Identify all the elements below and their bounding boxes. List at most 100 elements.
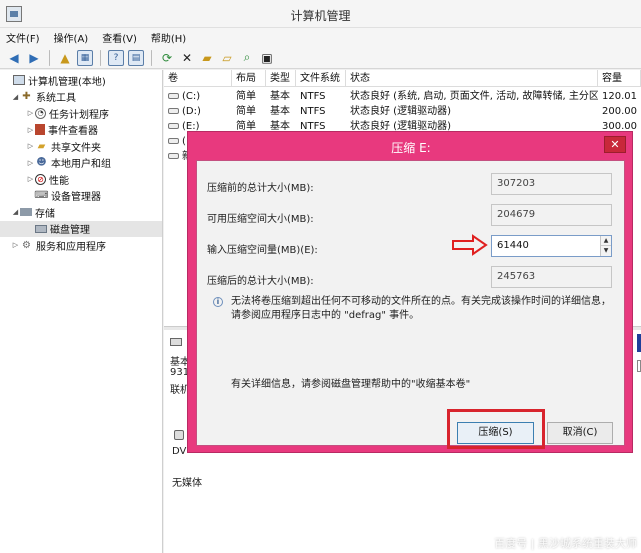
tree-item-services-apps[interactable]: ▷ ⚙ 服务和应用程序: [0, 237, 162, 254]
cell-type: 基本: [270, 106, 290, 117]
search-icon[interactable]: ⌕: [239, 50, 255, 66]
total-size-before-label: 压缩前的总计大小(MB):: [207, 183, 314, 194]
menu-help[interactable]: 帮助(H): [151, 30, 186, 45]
collapse-icon[interactable]: ▷: [26, 159, 35, 167]
menu-file[interactable]: 文件(F): [6, 30, 40, 45]
disk-management-icon: [35, 224, 47, 233]
info-message: 无法将卷压缩到超出任何不可移动的文件所在的点。有关完成该操作时间的详细信息，请参…: [231, 296, 611, 321]
title-bar: 计算机管理: [0, 0, 641, 28]
dialog-title-bar[interactable]: 压缩 E: ✕: [188, 132, 634, 159]
forward-icon[interactable]: ▶: [26, 50, 42, 66]
available-shrink-label: 可用压缩空间大小(MB):: [207, 214, 314, 225]
shrink-amount-value[interactable]: 61440: [497, 240, 529, 251]
properties-sheet-icon[interactable]: ▣: [259, 50, 275, 66]
column-header-capacity[interactable]: 容量: [598, 70, 641, 86]
up-folder-icon[interactable]: ▲: [57, 50, 73, 66]
drive-icon: [168, 93, 179, 99]
tools-icon: ✚: [22, 91, 31, 103]
tree-item-local-users[interactable]: ▷ ☻ 本地用户和组: [0, 155, 162, 172]
properties-icon[interactable]: ▤: [128, 49, 144, 66]
disk-icon: [170, 338, 182, 346]
collapse-icon[interactable]: ▷: [26, 175, 35, 183]
total-size-after-label: 压缩后的总计大小(MB):: [207, 276, 314, 287]
spin-up-icon[interactable]: ▲: [601, 236, 611, 246]
cancel-button[interactable]: 取消(C): [547, 422, 613, 444]
tree-item-label: 服务和应用程序: [36, 241, 106, 253]
tree-item-label: 磁盘管理: [50, 225, 90, 237]
back-icon[interactable]: ◀: [6, 50, 22, 66]
drive-icon: [168, 153, 179, 159]
users-icon: ☻: [36, 157, 47, 169]
tree-item-performance[interactable]: ▷ ⊘ 性能: [0, 171, 162, 188]
column-header-status[interactable]: 状态: [346, 70, 598, 86]
available-shrink-field: 204679: [491, 204, 612, 226]
table-row[interactable]: (D:) 简单 基本 NTFS 状态良好 (逻辑驱动器) 200.00: [164, 104, 641, 119]
tree-item-shared-folders[interactable]: ▷ ▰ 共享文件夹: [0, 138, 162, 155]
toolbar-separator: [151, 49, 152, 66]
shrink-button[interactable]: 压缩(S): [457, 422, 534, 444]
help-link-text[interactable]: 有关详细信息，请参阅磁盘管理帮助中的"收缩基本卷": [231, 375, 616, 390]
info-icon: i: [213, 297, 223, 307]
cell-volume: (D:): [182, 106, 201, 117]
partition-strip: [637, 360, 641, 372]
tree-item-computer-management[interactable]: 计算机管理(本地): [0, 72, 162, 89]
cell-capacity: 120.01: [602, 91, 637, 102]
cell-volume: (C:): [182, 91, 201, 102]
total-size-before-field: 307203: [491, 173, 612, 195]
cell-volume: (: [182, 136, 186, 147]
collapse-icon[interactable]: ▷: [26, 126, 35, 134]
menu-bar: 文件(F) 操作(A) 查看(V) 帮助(H): [0, 28, 641, 47]
shrink-amount-stepper[interactable]: 61440 ▲ ▼: [491, 235, 612, 257]
delete-icon[interactable]: ✕: [179, 50, 195, 66]
table-row[interactable]: (C:) 简单 基本 NTFS 状态良好 (系统, 启动, 页面文件, 活动, …: [164, 89, 641, 104]
tree-item-label: 本地用户和组: [51, 159, 111, 171]
tree-item-label: 事件查看器: [48, 126, 98, 138]
services-icon: ⚙: [22, 239, 31, 251]
tree-item-system-tools[interactable]: ◢ ✚ 系统工具: [0, 89, 162, 106]
tree-item-disk-management[interactable]: 磁盘管理: [0, 220, 162, 237]
tree-item-storage[interactable]: ◢ 存储: [0, 204, 162, 221]
window-title: 计算机管理: [290, 9, 351, 23]
cell-filesystem: NTFS: [300, 91, 326, 102]
refresh-icon[interactable]: ⟳: [159, 50, 175, 66]
column-header-filesystem[interactable]: 文件系统: [296, 70, 346, 86]
close-icon[interactable]: ✕: [604, 136, 626, 153]
dialog-title: 压缩 E:: [391, 141, 431, 155]
tree-item-task-scheduler[interactable]: ▷ ◔ 任务计划程序: [0, 105, 162, 122]
no-media-label: 无媒体: [172, 478, 202, 489]
column-header-type[interactable]: 类型: [266, 70, 296, 86]
dvd-drive-label: DV: [172, 446, 187, 457]
cell-status: 状态良好 (逻辑驱动器): [350, 106, 451, 117]
collapse-icon[interactable]: ▷: [26, 142, 35, 150]
event-viewer-icon: [35, 124, 45, 136]
collapse-icon[interactable]: ▷: [11, 241, 20, 249]
clock-icon: ◔: [35, 107, 46, 119]
drive-icon: [168, 123, 179, 129]
open-folder-icon[interactable]: ▰: [199, 50, 215, 66]
drive-icon: [168, 108, 179, 114]
shared-folder-icon: ▰: [37, 140, 46, 152]
watermark: 百度号 | 黑沙城系统重装大师: [494, 537, 637, 550]
menu-action[interactable]: 操作(A): [54, 30, 89, 45]
cell-capacity: 200.00: [602, 106, 637, 117]
total-size-after-field: 245763: [491, 266, 612, 288]
show-hide-tree-icon[interactable]: ▦: [77, 49, 93, 66]
tree-item-device-manager[interactable]: ⌨ 设备管理器: [0, 188, 162, 205]
open-icon[interactable]: ▱: [219, 50, 235, 66]
help-icon[interactable]: ?: [108, 49, 124, 66]
expand-icon[interactable]: ◢: [11, 208, 20, 216]
collapse-icon[interactable]: ▷: [26, 109, 35, 117]
column-header-volume[interactable]: 卷: [164, 70, 232, 86]
tree-item-event-viewer[interactable]: ▷ 事件查看器: [0, 122, 162, 139]
spin-down-icon[interactable]: ▼: [601, 246, 611, 256]
expand-icon[interactable]: ◢: [11, 93, 20, 101]
column-header-layout[interactable]: 布局: [232, 70, 266, 86]
storage-icon: [20, 208, 32, 217]
red-arrow-icon: [452, 234, 488, 256]
menu-view[interactable]: 查看(V): [102, 30, 137, 45]
toolbar: ◀ ▶ ▲ ▦ ? ▤ ⟳ ✕ ▰ ▱ ⌕ ▣: [0, 47, 641, 69]
tree-item-label: 设备管理器: [51, 192, 101, 204]
partition-strip: [637, 334, 641, 352]
device-manager-icon: ⌨: [34, 190, 49, 202]
cell-filesystem: NTFS: [300, 106, 326, 117]
